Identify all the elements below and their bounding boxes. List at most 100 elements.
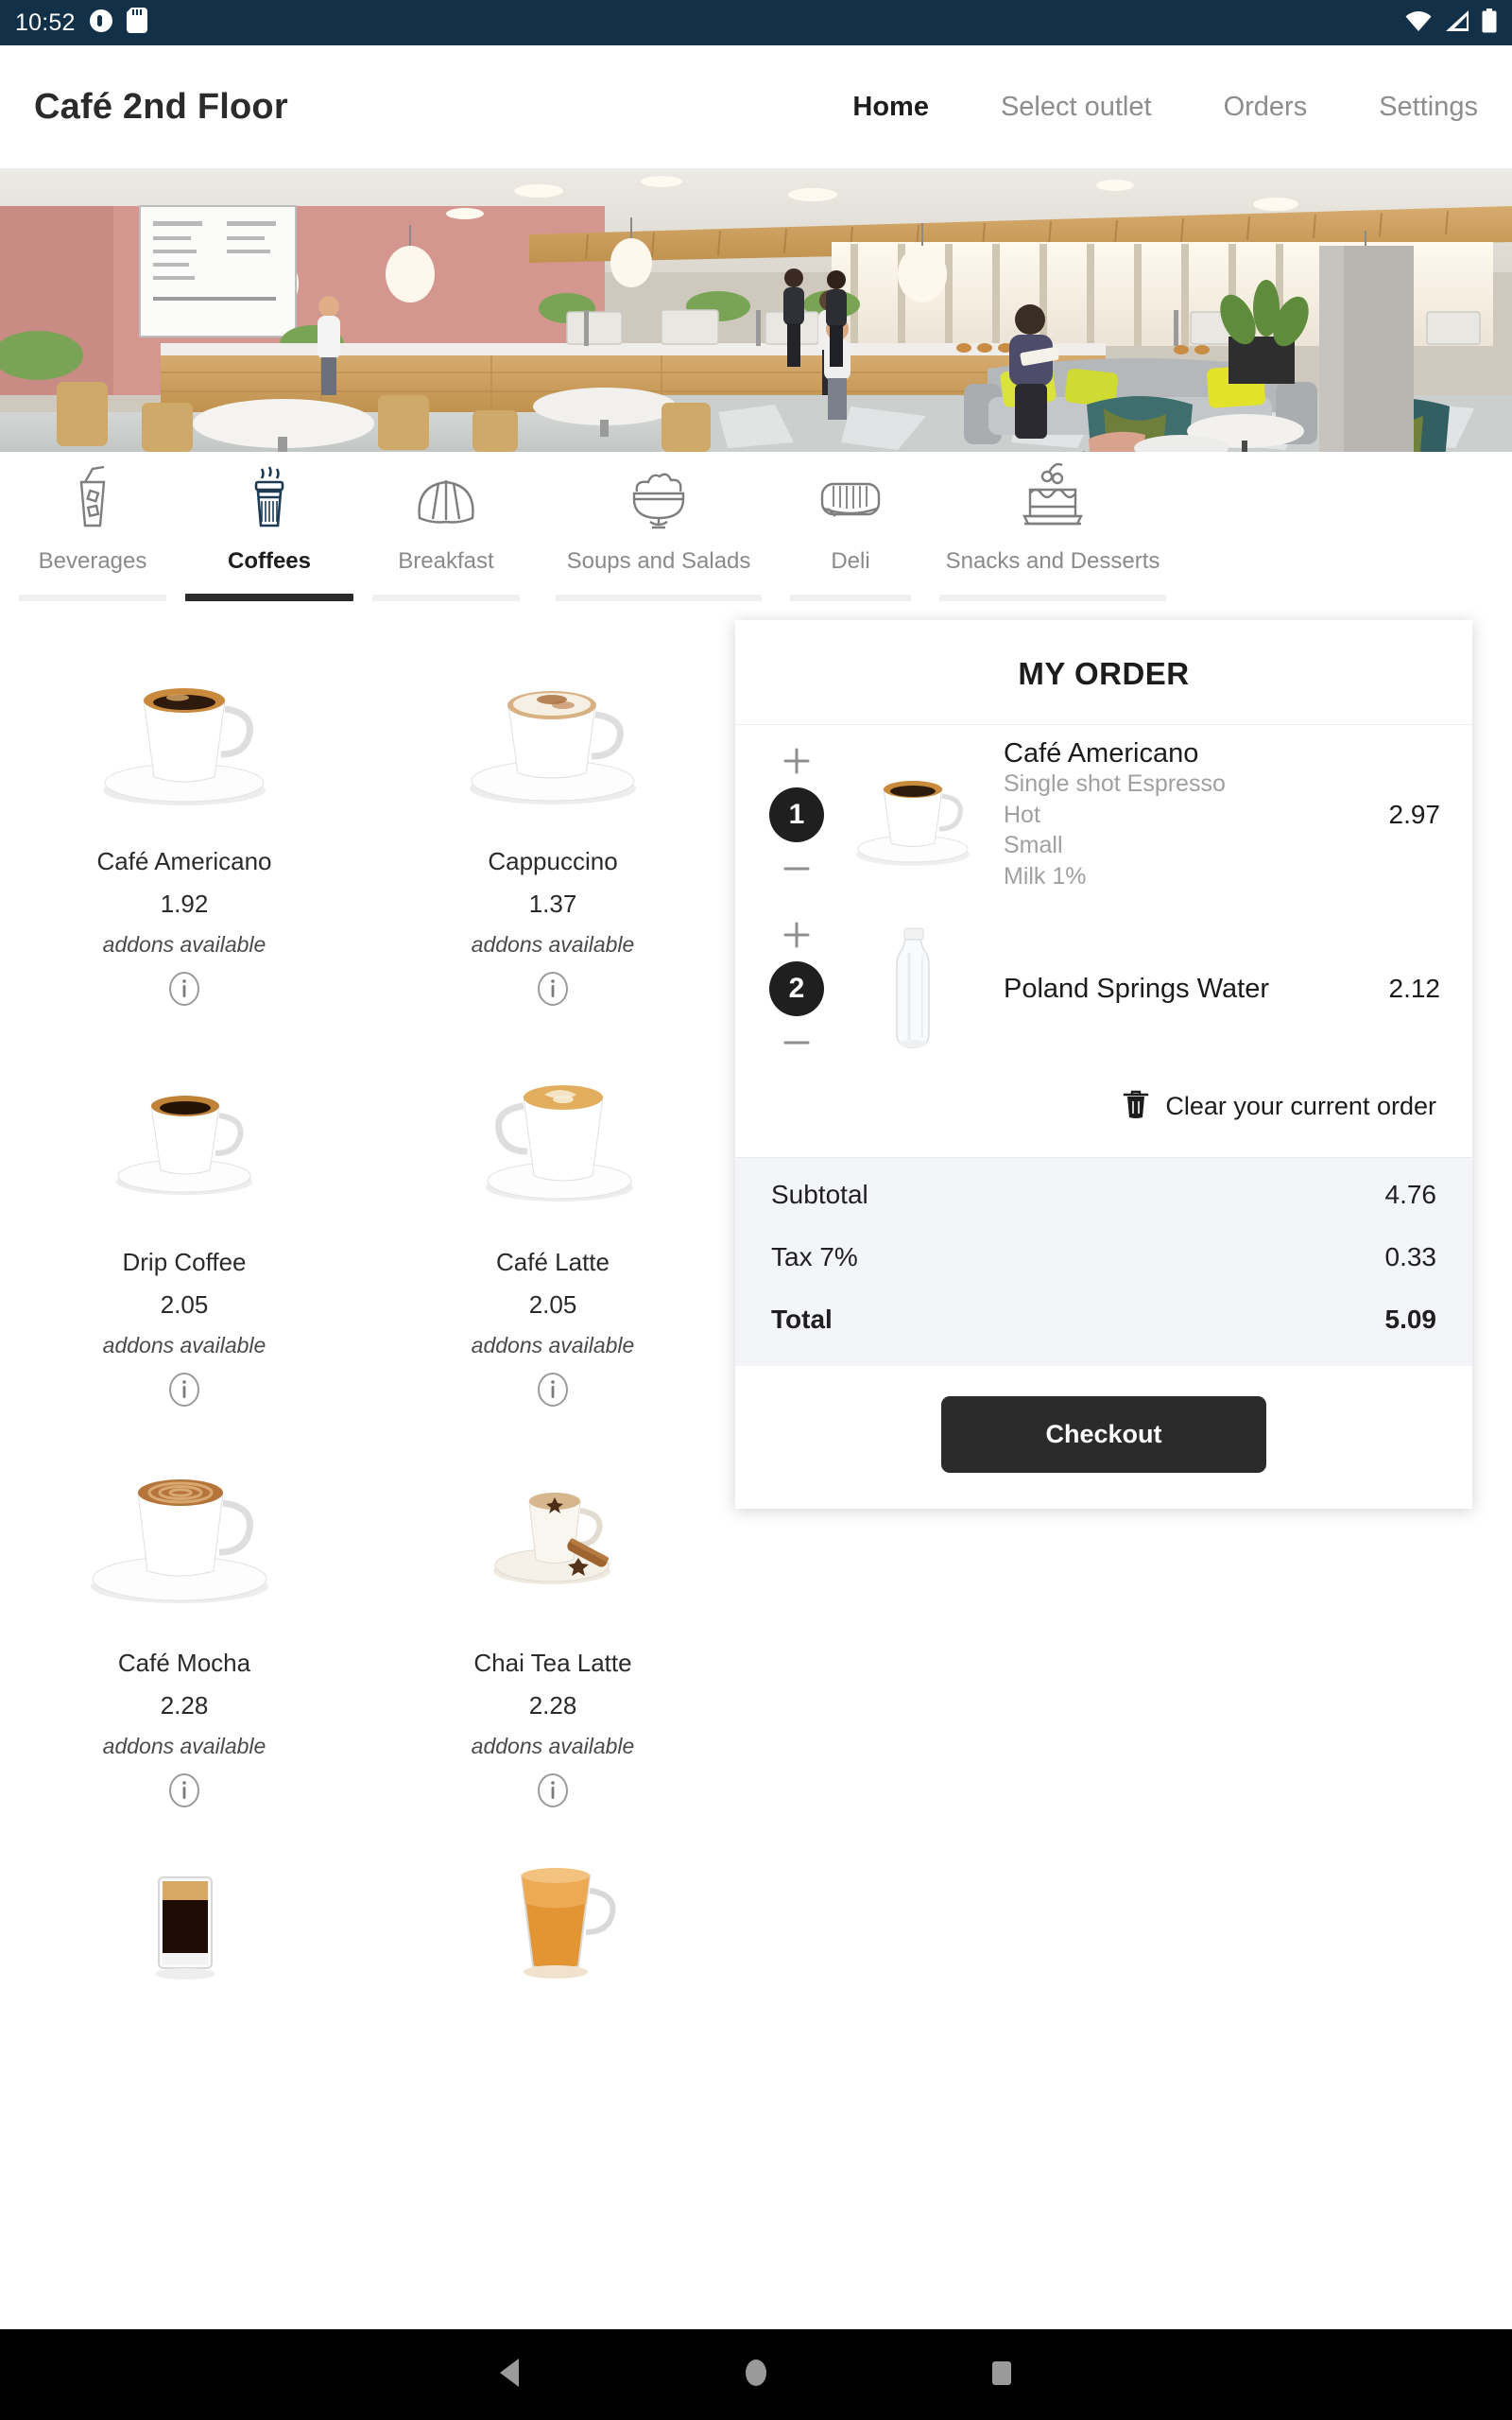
info-icon[interactable]: [168, 971, 200, 1011]
product-name: Café Latte: [496, 1248, 610, 1276]
category-tab-breakfast[interactable]: Breakfast: [353, 452, 539, 611]
info-icon[interactable]: [168, 1372, 200, 1412]
hero-illustration: [0, 168, 1512, 452]
product-addons: addons available: [102, 932, 266, 957]
category-label-deli: Deli: [831, 548, 870, 574]
product-card[interactable]: Cappuccino 1.37 addons available: [369, 611, 737, 1011]
product-price: 2.05: [160, 1290, 209, 1319]
order-item-row: 1 Café Americano Single shot Espresso Ho…: [735, 725, 1472, 905]
decrease-quantity-icon[interactable]: [780, 1026, 814, 1060]
order-item-details: Poland Springs Water: [988, 974, 1372, 1004]
info-icon[interactable]: [537, 971, 569, 1011]
item-quantity-badge: 1: [769, 787, 824, 843]
status-bar-right: [1404, 8, 1497, 38]
category-label-snacks-and-desserts: Snacks and Desserts: [945, 548, 1160, 574]
info-icon[interactable]: [537, 1772, 569, 1813]
product-price: 2.28: [528, 1691, 577, 1720]
category-tab-coffees[interactable]: Coffees: [185, 452, 353, 611]
cake-icon: [1017, 463, 1089, 531]
nav-item-select-outlet[interactable]: Select outlet: [965, 92, 1188, 123]
order-item-thumbnail: [837, 925, 988, 1053]
order-item-name: Poland Springs Water: [1004, 974, 1270, 1005]
tax-value: 0.33: [1384, 1242, 1437, 1272]
sd-card-icon: [126, 8, 147, 38]
product-card[interactable]: [0, 1813, 369, 2049]
order-item-option: Small: [1004, 832, 1063, 859]
order-item-price: 2.12: [1388, 974, 1441, 1004]
category-underline-beverages: [19, 595, 166, 601]
status-bar: 10:52: [0, 0, 1512, 45]
item-quantity-badge: 2: [769, 961, 824, 1017]
category-underline-breakfast: [372, 595, 520, 601]
category-tab-beverages[interactable]: Beverages: [0, 452, 185, 611]
order-item-details: Café Americano Single shot Espresso Hot …: [988, 738, 1372, 891]
brand-title: Café 2nd Floor: [34, 86, 288, 127]
product-card[interactable]: Chai Tea Latte 2.28 addons available: [369, 1412, 737, 1813]
info-icon[interactable]: [168, 1772, 200, 1813]
app-root: 10:52 Café 2nd Floor Home Select outlet: [0, 0, 1512, 2420]
quantity-stepper: 2: [756, 918, 837, 1060]
tax-row: Tax 7% 0.33: [771, 1226, 1436, 1288]
mocha-cup-image: [85, 1439, 284, 1628]
product-card[interactable]: Drip Coffee 2.05 addons available: [0, 1011, 369, 1412]
nav-item-orders[interactable]: Orders: [1188, 92, 1344, 123]
cappuccino-cup-image: [454, 637, 652, 826]
increase-quantity-icon[interactable]: [780, 918, 814, 952]
order-item-option: Hot: [1004, 801, 1040, 828]
checkout-button[interactable]: Checkout: [941, 1396, 1266, 1474]
order-item-row: 2 Poland Springs Water 2.12: [735, 905, 1472, 1073]
category-tab-soups-and-salads[interactable]: Soups and Salads: [539, 452, 779, 611]
clear-order-button[interactable]: Clear your current order: [735, 1073, 1472, 1157]
home-button[interactable]: [633, 2358, 879, 2393]
category-underline-soups-and-salads: [556, 595, 762, 601]
category-tab-bar: Beverages Coffees Breakfast Soups and Sa…: [0, 452, 1512, 611]
order-panel-title: MY ORDER: [735, 620, 1472, 725]
chai-latte-cup-image: [454, 1439, 652, 1628]
increase-quantity-icon[interactable]: [780, 744, 814, 778]
order-item-price: 2.97: [1388, 800, 1441, 830]
category-label-coffees: Coffees: [227, 548, 312, 574]
salad-bowl-icon: [626, 463, 692, 531]
product-card[interactable]: Café Latte 2.05 addons available: [369, 1011, 737, 1412]
category-tab-deli[interactable]: Deli: [779, 452, 922, 611]
primary-nav: Home Select outlet Orders Settings: [816, 92, 1478, 123]
wifi-icon: [1404, 9, 1433, 37]
total-label: Total: [771, 1305, 833, 1335]
product-addons: addons available: [102, 1333, 266, 1357]
back-button[interactable]: [387, 2357, 633, 2394]
category-tab-snacks-and-desserts[interactable]: Snacks and Desserts: [922, 452, 1183, 611]
status-bar-clock: 10:52: [15, 9, 76, 36]
nav-item-settings[interactable]: Settings: [1343, 92, 1478, 123]
camera-icon: [89, 9, 113, 38]
category-underline-snacks-and-desserts: [939, 595, 1166, 601]
order-item-list: 1 Café Americano Single shot Espresso Ho…: [735, 725, 1472, 1073]
decrease-quantity-icon[interactable]: [780, 852, 814, 886]
content-area: Café Americano 1.92 addons available Cap…: [0, 611, 1512, 2329]
category-label-beverages: Beverages: [38, 548, 147, 574]
recents-button[interactable]: [879, 2358, 1125, 2393]
latte-cup-image: [454, 1038, 652, 1227]
product-addons: addons available: [471, 932, 635, 957]
order-item-thumbnail: [837, 754, 988, 875]
product-card[interactable]: [369, 1813, 737, 2049]
product-price: 1.37: [528, 890, 577, 918]
category-label-soups-and-salads: Soups and Salads: [566, 548, 751, 574]
home-circle-icon: [744, 2358, 768, 2393]
order-panel: MY ORDER 1 Café Americano Single shot Es…: [735, 620, 1472, 1510]
info-icon[interactable]: [537, 1372, 569, 1412]
product-grid: Café Americano 1.92 addons available Cap…: [0, 611, 737, 2049]
product-price: 2.05: [528, 1290, 577, 1319]
sandwich-icon: [815, 463, 886, 531]
product-card[interactable]: Café Americano 1.92 addons available: [0, 611, 369, 1011]
drip-coffee-cup-image: [85, 1038, 284, 1227]
product-addons: addons available: [102, 1734, 266, 1758]
product-card[interactable]: Café Mocha 2.28 addons available: [0, 1412, 369, 1813]
category-underline-coffees: [185, 594, 353, 601]
nav-item-home[interactable]: Home: [816, 92, 965, 123]
status-bar-left: 10:52: [15, 8, 147, 38]
product-price: 1.92: [160, 890, 209, 918]
croissant-icon: [410, 463, 482, 531]
subtotal-label: Subtotal: [771, 1180, 868, 1210]
hero-image: [0, 168, 1512, 452]
subtotal-row: Subtotal 4.76: [771, 1164, 1436, 1226]
